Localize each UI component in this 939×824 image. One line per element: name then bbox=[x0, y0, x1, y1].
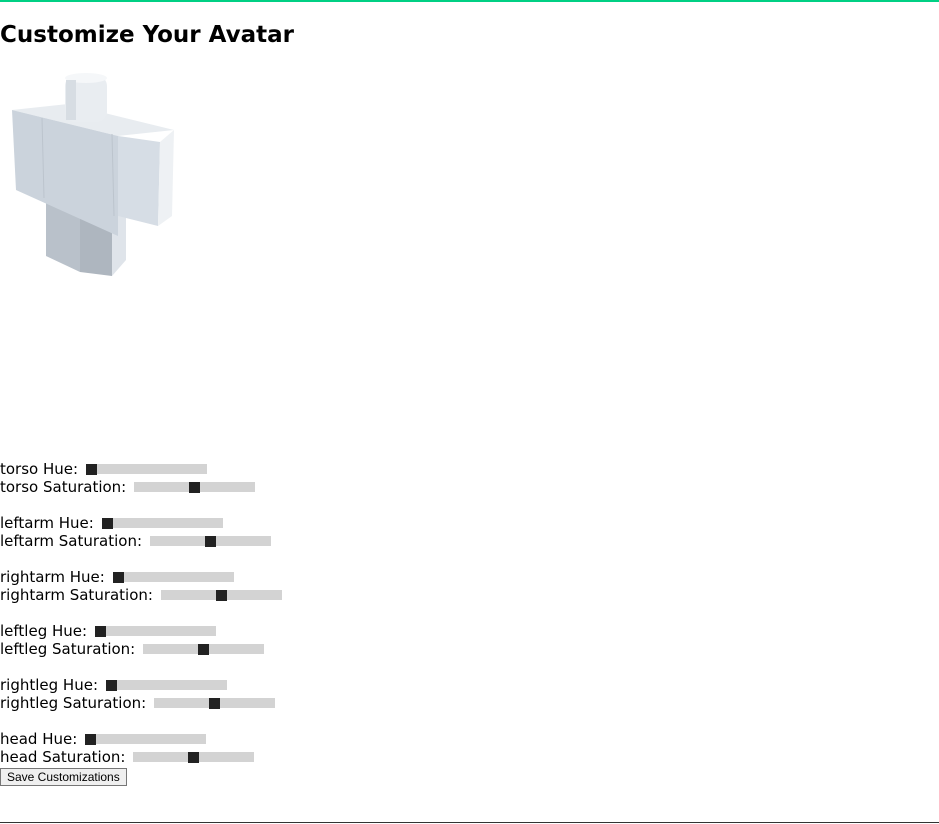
head-saturation-row: head Saturation: bbox=[0, 748, 400, 766]
leftarm-hue-slider[interactable] bbox=[101, 518, 223, 529]
leftleg-saturation-row: leftleg Saturation: bbox=[0, 640, 400, 658]
rightarm-hue-slider[interactable] bbox=[112, 572, 234, 583]
part-group-leftarm: leftarm Hue: leftarm Saturation: bbox=[0, 514, 400, 550]
torso-saturation-slider[interactable] bbox=[134, 482, 256, 493]
leftleg-hue-label: leftleg Hue: bbox=[0, 622, 88, 640]
rightleg-hue-row: rightleg Hue: bbox=[0, 676, 400, 694]
part-group-torso: torso Hue: torso Saturation: bbox=[0, 460, 400, 496]
torso-hue-slider[interactable] bbox=[86, 464, 208, 475]
part-group-head: head Hue: head Saturation: bbox=[0, 730, 400, 766]
head-saturation-slider-thumb[interactable] bbox=[188, 752, 200, 763]
avatar-arm-side bbox=[158, 130, 174, 226]
leftleg-saturation-slider-thumb[interactable] bbox=[198, 644, 210, 655]
bottom-border bbox=[0, 822, 939, 823]
save-customizations-button[interactable]: Save Customizations bbox=[0, 768, 127, 786]
leftleg-hue-slider[interactable] bbox=[95, 626, 217, 637]
avatar-arm-front bbox=[118, 136, 160, 226]
leftarm-saturation-slider[interactable] bbox=[150, 536, 272, 547]
rightarm-hue-slider-thumb[interactable] bbox=[112, 572, 124, 583]
rightleg-hue-label: rightleg Hue: bbox=[0, 676, 98, 694]
torso-hue-row: torso Hue: bbox=[0, 460, 400, 478]
head-hue-row: head Hue: bbox=[0, 730, 400, 748]
torso-hue-label: torso Hue: bbox=[0, 460, 79, 478]
head-hue-slider[interactable] bbox=[85, 734, 207, 745]
part-group-rightarm: rightarm Hue: rightarm Saturation: bbox=[0, 568, 400, 604]
rightleg-hue-slider-thumb[interactable] bbox=[106, 680, 117, 691]
rightleg-saturation-slider[interactable] bbox=[154, 698, 276, 709]
head-saturation-label: head Saturation: bbox=[0, 748, 126, 766]
leftarm-saturation-row: leftarm Saturation: bbox=[0, 532, 400, 550]
rightleg-saturation-label: rightleg Saturation: bbox=[0, 694, 147, 712]
part-group-rightleg: rightleg Hue: rightleg Saturation: bbox=[0, 676, 400, 712]
leftleg-saturation-slider[interactable] bbox=[143, 644, 265, 655]
top-accent-bar bbox=[0, 0, 939, 2]
rightarm-saturation-label: rightarm Saturation: bbox=[0, 586, 153, 604]
head-hue-slider-thumb[interactable] bbox=[85, 734, 97, 745]
head-hue-label: head Hue: bbox=[0, 730, 78, 748]
leftleg-hue-slider-thumb[interactable] bbox=[95, 626, 107, 637]
leftleg-hue-row: leftleg Hue: bbox=[0, 622, 400, 640]
torso-hue-slider-thumb[interactable] bbox=[86, 464, 98, 475]
torso-saturation-label: torso Saturation: bbox=[0, 478, 127, 496]
page-title: Customize Your Avatar bbox=[0, 22, 295, 48]
leftarm-hue-row: leftarm Hue: bbox=[0, 514, 400, 532]
rightarm-saturation-slider[interactable] bbox=[160, 590, 282, 601]
torso-saturation-row: torso Saturation: bbox=[0, 478, 400, 496]
part-group-leftleg: leftleg Hue: leftleg Saturation: bbox=[0, 622, 400, 658]
leftarm-hue-slider-thumb[interactable] bbox=[101, 518, 113, 529]
rightleg-saturation-row: rightleg Saturation: bbox=[0, 694, 400, 712]
leftarm-saturation-label: leftarm Saturation: bbox=[0, 532, 143, 550]
leftarm-hue-label: leftarm Hue: bbox=[0, 514, 94, 532]
head-saturation-slider[interactable] bbox=[133, 752, 255, 763]
leftarm-saturation-slider-thumb[interactable] bbox=[205, 536, 217, 547]
color-controls: torso Hue: torso Saturation: leftarm Hue: l… bbox=[0, 460, 400, 784]
rightleg-saturation-slider-thumb[interactable] bbox=[209, 698, 221, 709]
rightarm-saturation-slider-thumb[interactable] bbox=[215, 590, 227, 601]
leftleg-saturation-label: leftleg Saturation: bbox=[0, 640, 136, 658]
avatar-preview[interactable] bbox=[0, 66, 190, 286]
rightleg-hue-slider[interactable] bbox=[106, 680, 227, 691]
rightarm-saturation-row: rightarm Saturation: bbox=[0, 586, 400, 604]
rightarm-hue-row: rightarm Hue: bbox=[0, 568, 400, 586]
torso-saturation-slider-thumb[interactable] bbox=[189, 482, 201, 493]
rightarm-hue-label: rightarm Hue: bbox=[0, 568, 105, 586]
